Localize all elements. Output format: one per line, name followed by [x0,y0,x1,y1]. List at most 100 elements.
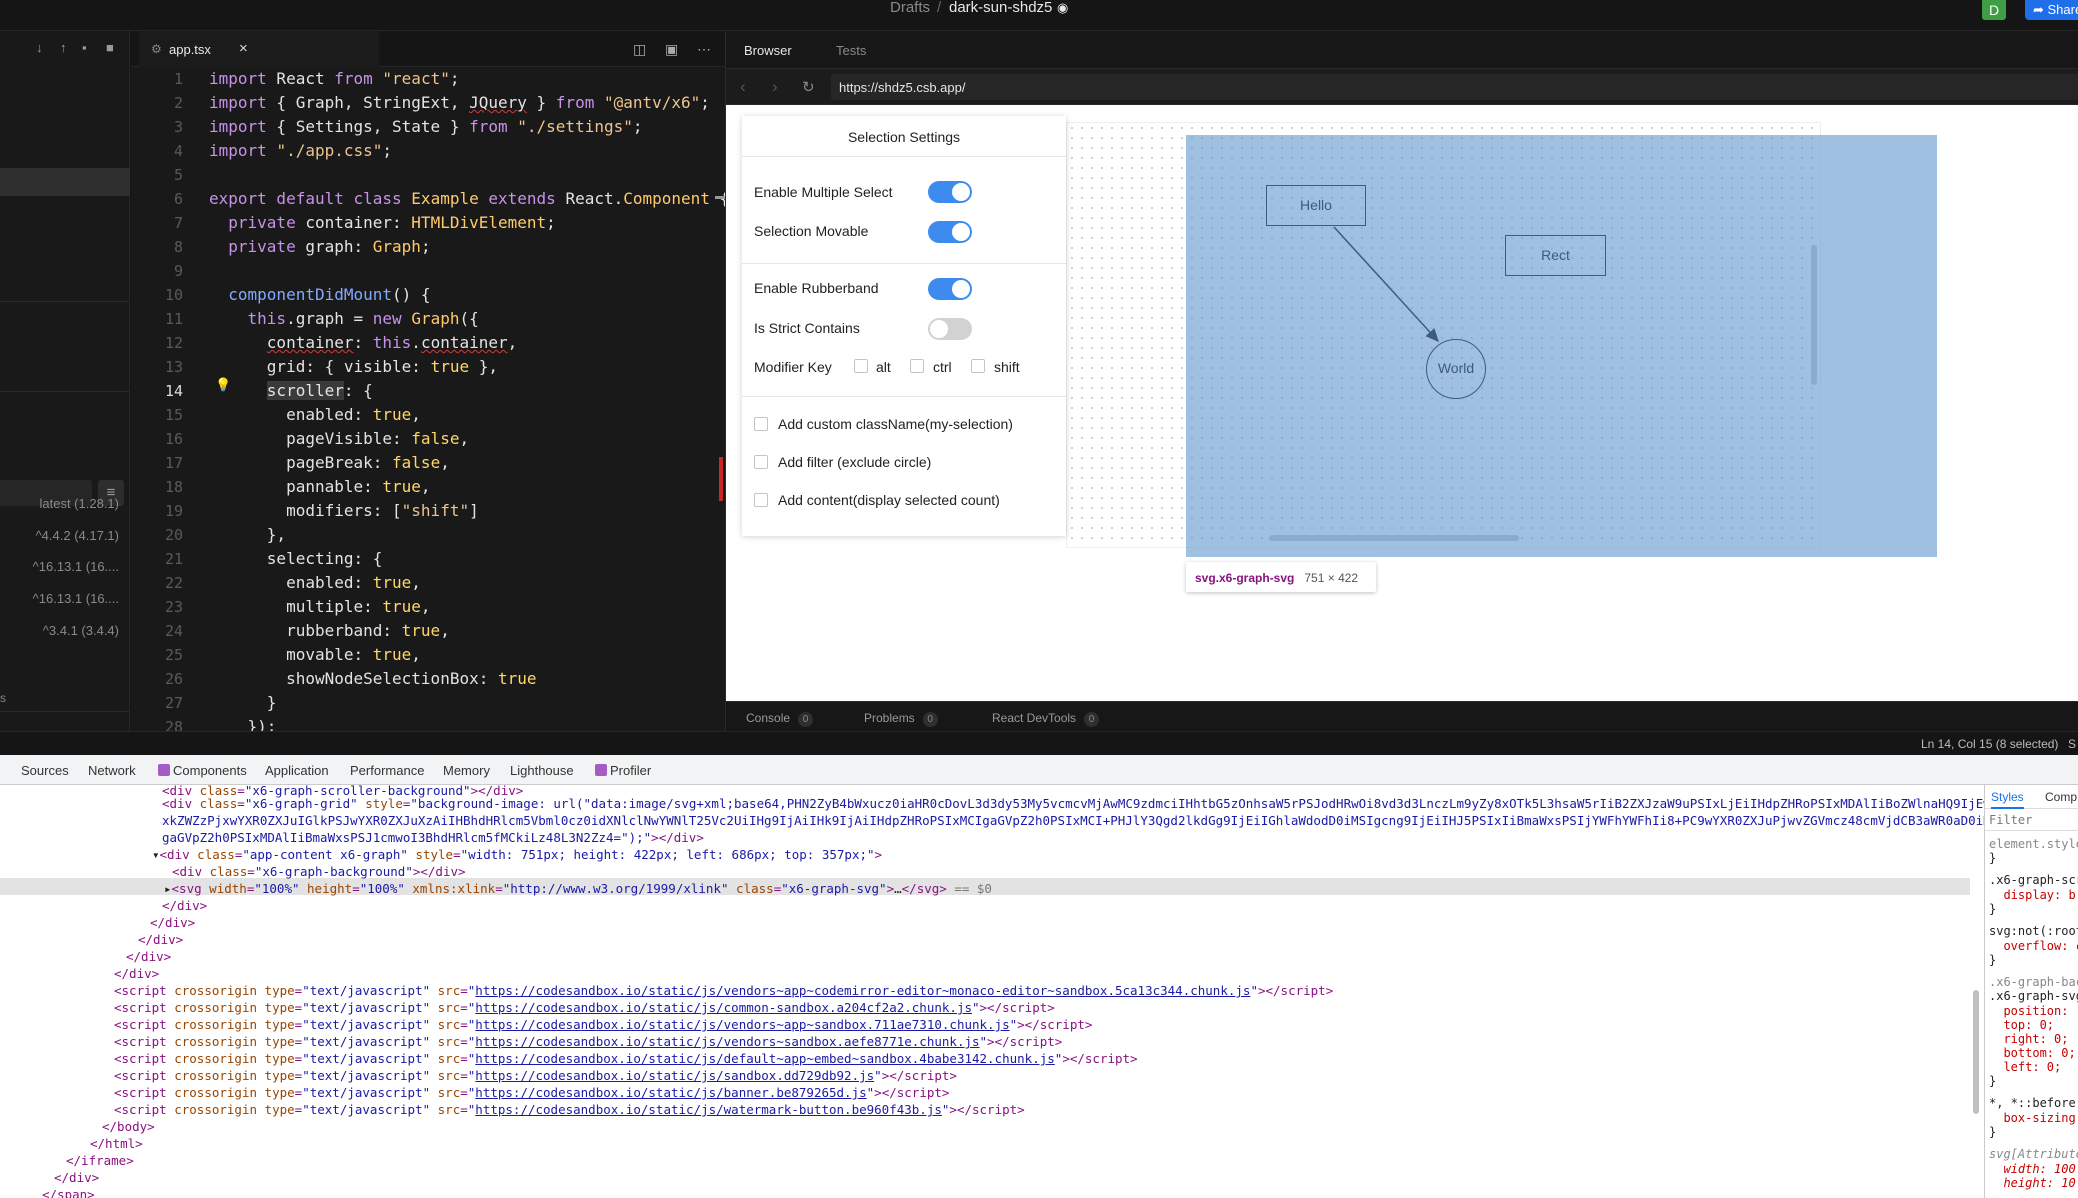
dom-line[interactable]: <script crossorigin type="text/javascrip… [114,1017,1092,1032]
style-rule[interactable]: bottom: 0; [1989,1046,2075,1060]
dom-line[interactable]: </div> [162,898,207,913]
url-input[interactable]: https://shdz5.csb.app/ [831,74,2078,100]
rubberband-toggle[interactable] [928,278,972,300]
tab-app-tsx[interactable]: ⚙ app.tsx × [139,31,379,67]
dom-line[interactable]: <div class="x6-graph-grid" style="backgr… [162,796,1984,811]
sidebar-selected-file[interactable] [0,168,130,196]
dom-line[interactable]: <script crossorigin type="text/javascrip… [114,1034,1062,1049]
code-editor[interactable]: 1 import React from "react"; 2 import { … [131,67,725,731]
checkbox-label: Add filter (exclude circle) [778,454,932,470]
split-editor-icon[interactable]: ◫ [633,41,646,58]
code-line: private container: HTMLDivElement; [228,213,556,232]
styles-filter-input[interactable]: Filter [1985,809,2078,831]
forward-icon[interactable]: › [772,77,778,97]
new-folder-icon[interactable]: ■ [106,40,114,55]
share-button[interactable]: ➦ Share [2025,0,2078,20]
ctrl-checkbox[interactable] [910,359,924,373]
cursor-position[interactable]: Ln 14, Col 15 (8 selected) [1921,737,2058,751]
strict-contains-toggle[interactable] [928,318,972,340]
dom-line[interactable]: </div> [138,932,183,947]
alt-checkbox[interactable] [854,359,868,373]
close-icon[interactable]: × [239,40,248,57]
more-icon[interactable]: ⋯ [697,41,711,58]
breadcrumb-drafts[interactable]: Drafts [890,0,930,16]
style-rule[interactable]: height: 10 [1989,1176,2075,1190]
dom-line[interactable]: <script crossorigin type="text/javascrip… [114,1085,949,1100]
add-filter-checkbox[interactable] [754,455,768,469]
dom-line[interactable]: <script crossorigin type="text/javascrip… [114,983,1333,998]
back-icon[interactable]: ‹ [740,77,746,97]
arrow-down-icon[interactable]: ↓ [36,40,43,55]
node-world[interactable]: World [1426,339,1486,399]
dom-line[interactable]: <script crossorigin type="text/javascrip… [114,1000,1055,1015]
dom-line[interactable]: </div> [114,966,159,981]
tab-browser[interactable]: Browser [744,43,792,58]
custom-classname-checkbox[interactable] [754,417,768,431]
node-hello[interactable]: Hello [1266,185,1366,226]
divider [742,156,1066,157]
dom-line[interactable]: xkZWZzPjxwYXR0ZXJuIGlkPSJwYXR0ZXJuXzAiIH… [162,813,1984,828]
elements-tree[interactable]: <div class="x6-graph-scroller-background… [0,785,1984,1198]
multiple-select-toggle[interactable] [928,181,972,203]
style-rule[interactable]: .x6-graph-bac [1989,975,2078,989]
tab-sources[interactable]: Sources [21,763,69,778]
element-inspect-tooltip: svg.x6-graph-svg 751 × 422 [1186,562,1376,592]
tab-problems[interactable]: Problems 0 [864,711,938,727]
tab-memory[interactable]: Memory [443,763,490,778]
arrow-up-icon[interactable]: ↑ [60,40,67,55]
tab-console[interactable]: Console 0 [746,711,814,727]
dom-line[interactable]: </html> [90,1136,143,1151]
add-content-checkbox[interactable] [754,493,768,507]
style-rule[interactable]: .x6-graph-scr [1989,873,2078,887]
style-rule[interactable]: *, *::before, [1989,1096,2078,1110]
dom-line[interactable]: <div class="x6-graph-background"></div> [172,864,466,879]
style-rule[interactable]: right: 0; [1989,1032,2068,1046]
dom-line[interactable]: </div> [150,915,195,930]
tab-tests[interactable]: Tests [836,43,866,58]
tab-profiler[interactable]: Profiler [595,763,651,778]
dom-line[interactable]: <script crossorigin type="text/javascrip… [114,1051,1138,1066]
style-rule[interactable]: box-sizing [1989,1111,2075,1125]
tab-network[interactable]: Network [88,763,136,778]
style-rule[interactable]: display: b [1989,888,2075,902]
sandbox-name[interactable]: dark-sun-shdz5 [949,0,1052,16]
tab-components[interactable]: Components [158,763,247,778]
code-line: private graph: Graph; [228,237,431,256]
new-file-icon[interactable]: ▪ [82,40,87,55]
dom-line[interactable]: <script crossorigin type="text/javascrip… [114,1102,1025,1117]
dom-line[interactable]: ▾<div class="app-content x6-graph" style… [152,847,882,862]
dom-line[interactable]: <script crossorigin type="text/javascrip… [114,1068,957,1083]
dom-line[interactable]: </span> [42,1187,95,1198]
tab-react-devtools[interactable]: React DevTools 0 [992,711,1100,727]
dom-line[interactable]: </div> [126,949,171,964]
tab-computed[interactable]: Comp [2045,790,2077,804]
checkbox-label: Add content(display selected count) [778,492,1000,508]
tab-application[interactable]: Application [265,763,329,778]
node-rect[interactable]: Rect [1505,235,1606,276]
dom-line[interactable]: gaGVpZ2h0PSIxMDAlIiBmaWxsPSJ1cmwoI3BhdHR… [162,830,704,845]
line-number: 2 [173,94,183,112]
avatar[interactable]: D [1982,0,2006,20]
layout-icon[interactable]: ▣ [665,41,678,58]
tab-lighthouse[interactable]: Lighthouse [510,763,574,778]
style-rule[interactable]: svg[Attribute [1989,1147,2078,1161]
style-rule[interactable]: position: [1989,1004,2076,1018]
shift-checkbox[interactable] [971,359,985,373]
dom-line-selected[interactable]: ▸<svg width="100%" height="100%" xmlns:x… [164,881,992,896]
refresh-icon[interactable]: ↻ [802,78,815,96]
line-number: 8 [173,238,183,256]
style-rule[interactable]: top: 0; [1989,1018,2054,1032]
dom-line[interactable]: </body> [102,1119,155,1134]
style-rule[interactable]: left: 0; [1989,1060,2061,1074]
elements-scrollbar[interactable] [1973,990,1979,1114]
style-rule[interactable]: overflow: ▸ [1989,939,2078,953]
style-rule[interactable]: .x6-graph-svg [1989,989,2078,1003]
dom-line[interactable]: </iframe> [66,1153,134,1168]
selection-movable-toggle[interactable] [928,221,972,243]
share-label: Share [2047,2,2078,17]
tab-performance[interactable]: Performance [350,763,424,778]
style-rule[interactable]: width: 100 [1989,1162,2075,1176]
tab-styles[interactable]: Styles [1991,790,2024,809]
style-rule[interactable]: svg:not(:root [1989,924,2078,938]
dom-line[interactable]: </div> [54,1170,99,1185]
